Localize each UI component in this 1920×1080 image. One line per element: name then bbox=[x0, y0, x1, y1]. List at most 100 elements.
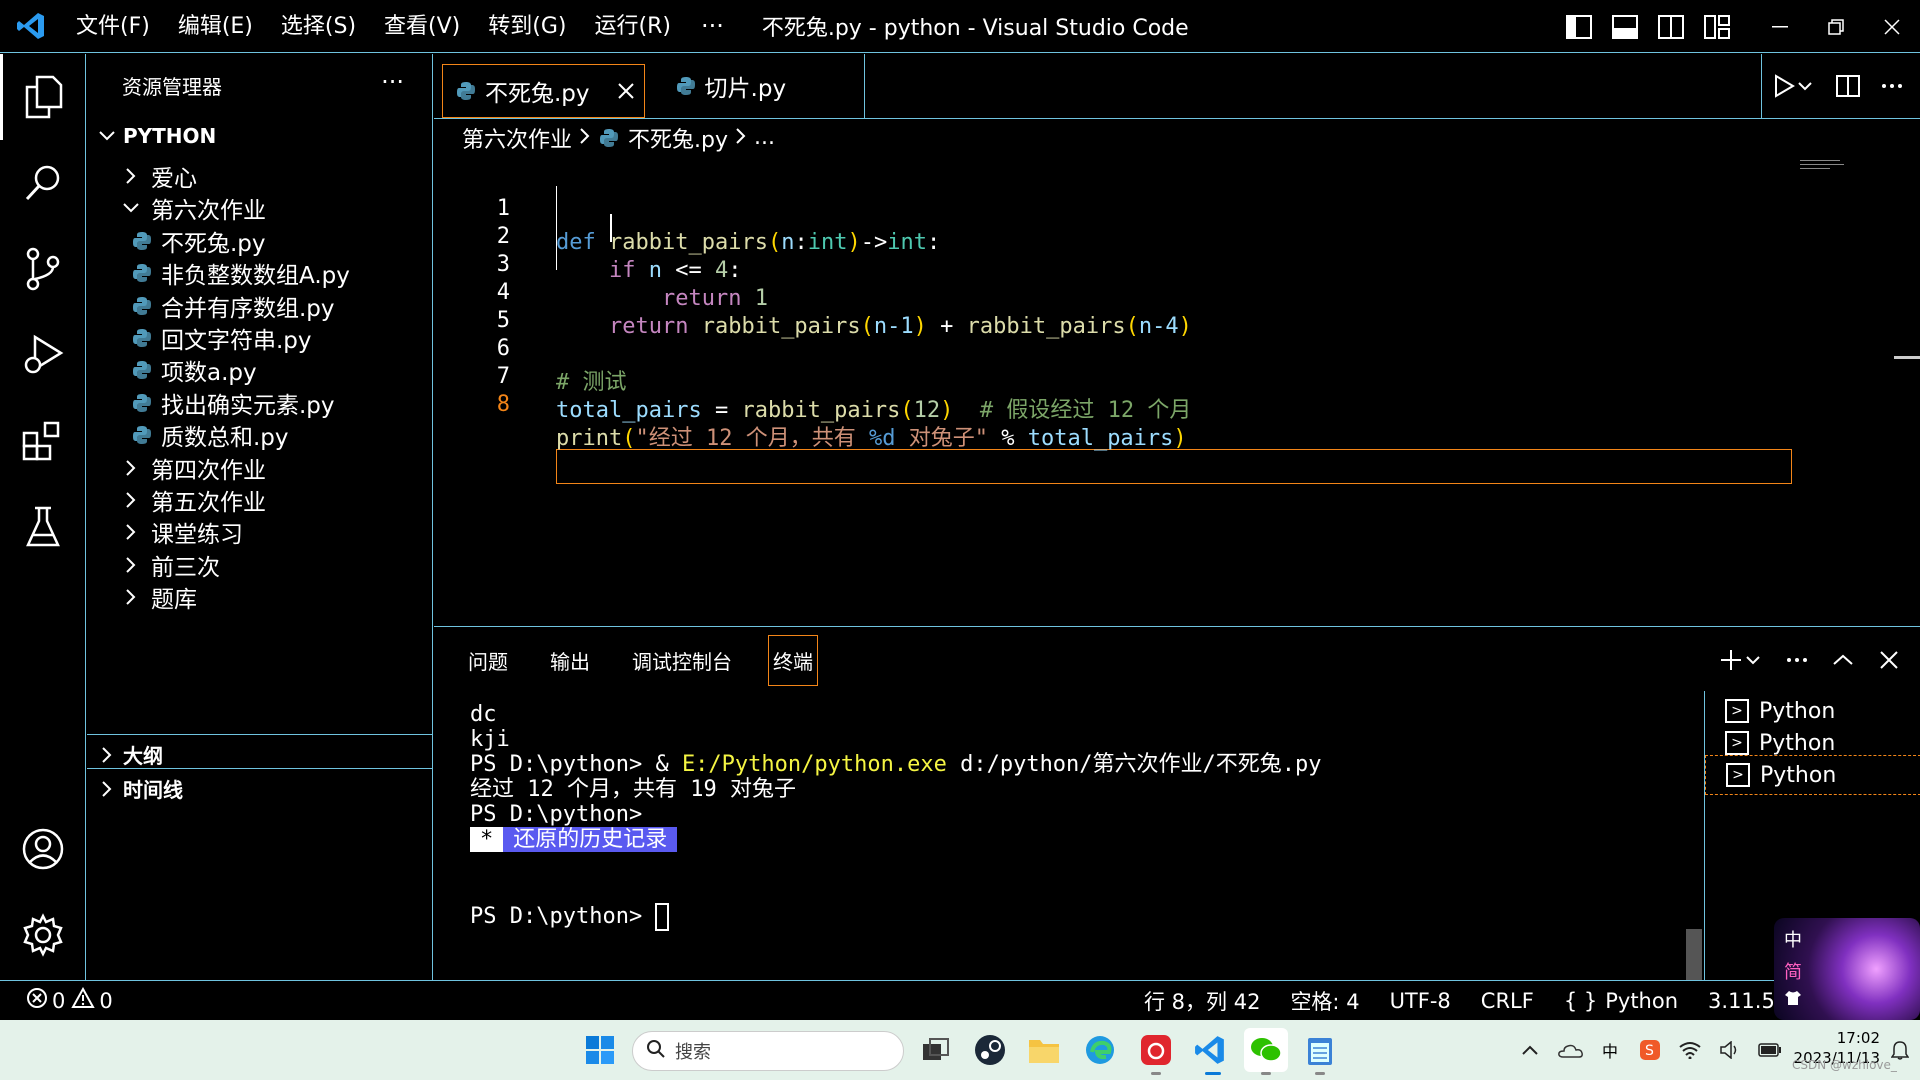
close-tab-icon[interactable] bbox=[617, 77, 634, 105]
menu-selection[interactable]: 选择(S) bbox=[267, 0, 370, 53]
netease-music-icon[interactable] bbox=[1136, 1030, 1176, 1070]
vscode-taskbar-icon[interactable] bbox=[1190, 1030, 1230, 1070]
minimize-icon[interactable] bbox=[1752, 0, 1808, 53]
terminal-dropdown-chevron-icon[interactable] bbox=[1742, 627, 1764, 693]
search-icon[interactable] bbox=[0, 140, 86, 226]
sidebar-title: 资源管理器 bbox=[122, 74, 222, 99]
panel-more-icon[interactable] bbox=[1774, 627, 1820, 693]
toggle-panel-icon[interactable] bbox=[1602, 0, 1648, 53]
indentation[interactable]: 空格: 4 bbox=[1290, 986, 1359, 1016]
root-folder-python[interactable]: PYTHON bbox=[87, 116, 432, 156]
chevron-down-icon bbox=[97, 126, 117, 146]
error-icon bbox=[26, 987, 48, 1014]
tray-chevron-up-icon[interactable] bbox=[1510, 1020, 1550, 1080]
run-debug-icon[interactable] bbox=[0, 312, 86, 398]
tab-bushitu[interactable]: 不死兔.py bbox=[442, 64, 645, 118]
edge-browser-icon[interactable] bbox=[1080, 1030, 1120, 1070]
running-indicator bbox=[1151, 1072, 1161, 1075]
menu-go[interactable]: 转到(G) bbox=[474, 0, 580, 53]
ime-shirt-icon bbox=[1784, 990, 1802, 1010]
breadcrumb-folder[interactable]: 第六次作业 bbox=[462, 122, 572, 154]
chevron-right-icon bbox=[121, 587, 141, 607]
menu-view[interactable]: 查看(V) bbox=[370, 0, 474, 53]
timeline-section[interactable]: 时间线 bbox=[87, 768, 432, 808]
sidebar-more-button[interactable]: ··· bbox=[381, 68, 404, 96]
ime-script: 简 bbox=[1784, 962, 1802, 983]
language-mode[interactable]: Python bbox=[1605, 989, 1678, 1013]
cursor-position[interactable]: 行 8，列 42 bbox=[1144, 986, 1260, 1016]
menu-more-button[interactable]: ··· bbox=[685, 0, 740, 53]
python-file-icon bbox=[131, 392, 153, 414]
split-editor-icon[interactable] bbox=[1826, 54, 1870, 118]
restore-icon[interactable] bbox=[1808, 0, 1864, 53]
notification-bell-icon[interactable] bbox=[1880, 1020, 1920, 1080]
terminal-icon: > bbox=[1726, 763, 1750, 787]
chevron-right-icon bbox=[121, 522, 141, 542]
python-file-icon bbox=[675, 75, 697, 97]
explorer-icon[interactable] bbox=[0, 54, 86, 140]
file-explorer-icon[interactable] bbox=[1024, 1030, 1064, 1070]
panel-tab-terminal[interactable]: 终端 bbox=[768, 634, 818, 686]
editor-tabs: 不死兔.py 切片.py bbox=[434, 54, 1920, 118]
toggle-sidebar-icon[interactable] bbox=[1556, 0, 1602, 53]
windows-start-icon[interactable] bbox=[580, 1030, 620, 1070]
chevron-right-icon bbox=[121, 458, 141, 478]
file-encoding[interactable]: UTF-8 bbox=[1390, 989, 1451, 1013]
testing-icon[interactable] bbox=[0, 484, 86, 570]
clock-time: 17:02 bbox=[1836, 1029, 1880, 1047]
steam-icon[interactable] bbox=[970, 1030, 1010, 1070]
panel-tab-output[interactable]: 输出 bbox=[550, 646, 590, 675]
menu-file[interactable]: 文件(F) bbox=[62, 0, 164, 53]
python-file-icon bbox=[455, 80, 477, 102]
svg-text:S: S bbox=[1645, 1043, 1654, 1059]
notepad-icon[interactable] bbox=[1300, 1030, 1340, 1070]
code-editor[interactable]: 1 def rabbit_pairs(n:int)->int: 2 if n <… bbox=[434, 158, 1920, 626]
ime-widget[interactable]: 中 简 bbox=[1774, 918, 1920, 1020]
manage-gear-icon[interactable] bbox=[0, 892, 86, 978]
tree-folder[interactable]: 题库 bbox=[87, 577, 432, 617]
menu-edit[interactable]: 编辑(E) bbox=[164, 0, 267, 53]
customize-layout-icon[interactable] bbox=[1694, 0, 1740, 53]
active-indicator bbox=[1205, 1072, 1221, 1075]
accounts-icon[interactable] bbox=[0, 806, 86, 892]
maximize-panel-chevron-up-icon[interactable] bbox=[1820, 627, 1866, 693]
source-control-icon[interactable] bbox=[0, 226, 86, 312]
problems-status[interactable]: 0 0 bbox=[26, 986, 113, 1014]
tab-qiepian[interactable]: 切片.py bbox=[653, 54, 865, 118]
outline-label: 大纲 bbox=[123, 744, 163, 768]
terminal-scrollbar[interactable] bbox=[1686, 929, 1702, 981]
system-tray: 中 S bbox=[1510, 1020, 1790, 1080]
menu-run[interactable]: 运行(R) bbox=[580, 0, 684, 53]
title-bar: 文件(F) 编辑(E) 选择(S) 查看(V) 转到(G) 运行(R) ··· … bbox=[0, 0, 1920, 53]
toggle-secondary-sidebar-icon[interactable] bbox=[1648, 0, 1694, 53]
panel-tab-problems[interactable]: 问题 bbox=[468, 646, 508, 675]
search-icon bbox=[647, 1039, 665, 1063]
extensions-icon[interactable] bbox=[0, 398, 86, 484]
wechat-icon[interactable] bbox=[1244, 1028, 1288, 1072]
terminal-instance-3[interactable]: > Python bbox=[1705, 755, 1920, 795]
run-dropdown-chevron-icon[interactable] bbox=[1794, 54, 1816, 118]
terminal-icon: > bbox=[1725, 731, 1749, 755]
line-ending[interactable]: CRLF bbox=[1481, 989, 1534, 1013]
volume-icon[interactable] bbox=[1710, 1020, 1750, 1080]
breadcrumb-file[interactable]: 不死兔.py bbox=[628, 122, 728, 154]
chevron-right-icon bbox=[121, 555, 141, 575]
minimap[interactable] bbox=[1798, 158, 1848, 178]
task-view-icon[interactable] bbox=[916, 1030, 956, 1070]
taskbar-search-input[interactable]: 搜索 bbox=[632, 1031, 904, 1071]
sogou-ime-icon[interactable]: S bbox=[1630, 1020, 1670, 1080]
chevron-down-icon bbox=[121, 198, 141, 218]
onedrive-icon[interactable] bbox=[1550, 1020, 1590, 1080]
wifi-icon[interactable] bbox=[1670, 1020, 1710, 1080]
overview-ruler-marker bbox=[1894, 356, 1920, 359]
python-file-icon bbox=[131, 327, 153, 349]
tab-label: 切片.py bbox=[704, 76, 787, 102]
error-count: 0 bbox=[52, 988, 66, 1013]
panel-tab-debug-console[interactable]: 调试控制台 bbox=[632, 646, 732, 675]
close-window-icon[interactable] bbox=[1864, 0, 1920, 53]
chevron-right-icon bbox=[580, 125, 590, 150]
close-panel-icon[interactable] bbox=[1866, 627, 1912, 693]
editor-more-icon[interactable] bbox=[1870, 54, 1914, 118]
input-language[interactable]: 中 bbox=[1590, 1020, 1630, 1080]
breadcrumb-symbol[interactable]: ... bbox=[754, 125, 775, 150]
